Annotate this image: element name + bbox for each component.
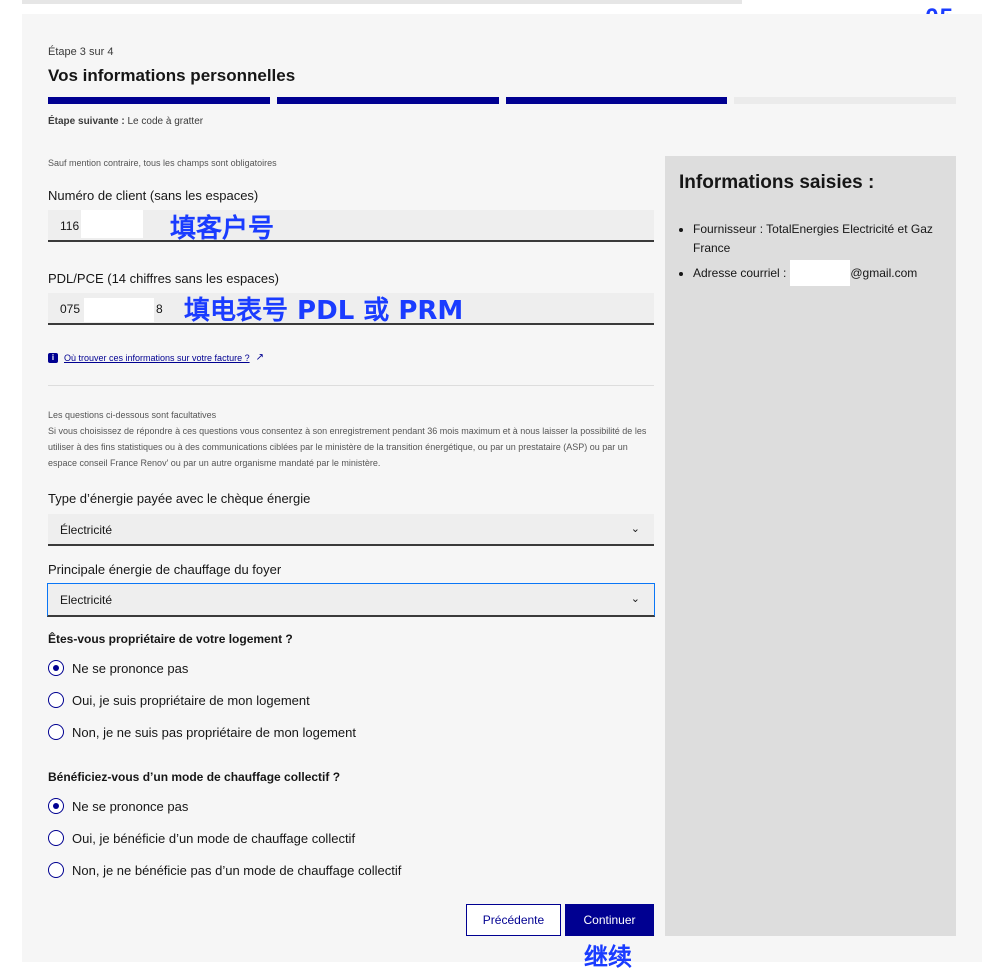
energy-type-select[interactable]: Électricité ⌄ (48, 514, 654, 546)
next-step-prefix: Étape suivante : (48, 116, 125, 127)
pdl-label: PDL/PCE (14 chiffres sans les espaces) (48, 271, 279, 286)
required-note: Sauf mention contraire, tous les champs … (48, 158, 277, 168)
radio-checked-icon[interactable] (48, 798, 64, 814)
invoice-help-link[interactable]: i Où trouver ces informations sur votre … (48, 352, 264, 363)
collective-option-3-label: Non, je ne bénéficie pas d’un mode de ch… (72, 862, 402, 878)
summary-list: Fournisseur : TotalEnergies Electricité … (679, 220, 958, 288)
stepper-bar-4 (734, 97, 956, 104)
radio-checked-icon[interactable] (48, 660, 64, 676)
summary-email-prefix: Adresse courriel : (693, 265, 787, 280)
collective-option-1[interactable]: Ne se prononce pas (48, 798, 188, 814)
summary-supplier: Fournisseur : TotalEnergies Electricité … (693, 220, 958, 258)
owner-option-1-label: Ne se prononce pas (72, 660, 189, 676)
stepper-bar-2 (276, 97, 499, 104)
email-redaction (790, 260, 851, 286)
collective-option-3[interactable]: Non, je ne bénéficie pas d’un mode de ch… (48, 862, 401, 878)
next-step: Étape suivante : Le code à gratter (48, 116, 203, 127)
owner-option-1[interactable]: Ne se prononce pas (48, 660, 188, 676)
summary-title: Informations saisies : (679, 172, 875, 193)
radio-icon[interactable] (48, 830, 64, 846)
external-link-icon: ↗ (255, 352, 264, 363)
heating-label: Principale énergie de chauffage du foyer (48, 562, 282, 577)
client-number-label: Numéro de client (sans les espaces) (48, 188, 259, 203)
heating-select[interactable]: Electricité ⌄ (47, 583, 655, 617)
stepper-progress (48, 97, 956, 104)
pdl-value-start: 075 (60, 302, 81, 316)
heating-value: Electricité (60, 593, 113, 607)
previous-button[interactable]: Précédente (466, 904, 561, 936)
stepper-label: Étape 3 sur 4 (48, 46, 114, 58)
summary-sidebar: Informations saisies : Fournisseur : Tot… (665, 156, 956, 936)
radio-icon[interactable] (48, 862, 64, 878)
client-number-value: 116 (60, 219, 80, 233)
owner-option-3[interactable]: Non, je ne suis pas propriétaire de mon … (48, 724, 356, 740)
invoice-help-text: Où trouver ces informations sur votre fa… (64, 352, 250, 363)
chevron-down-icon: ⌄ (630, 593, 640, 605)
owner-question: Êtes-vous propriétaire de votre logement… (48, 632, 293, 646)
pdl-value-end: 8 (156, 302, 163, 316)
energy-type-value: Électricité (60, 523, 113, 537)
collective-option-2[interactable]: Oui, je bénéficie d’un mode de chauffage… (48, 830, 355, 846)
client-number-annotation: 填客户号 (170, 214, 275, 244)
optional-title: Les questions ci-dessous sont facultativ… (48, 410, 217, 420)
radio-icon[interactable] (48, 724, 64, 740)
owner-option-2-label: Oui, je suis propriétaire de mon logemen… (72, 692, 310, 708)
summary-email: Adresse courriel : @gmail.com (693, 260, 958, 286)
stepper-bar-1 (48, 97, 270, 104)
section-divider (48, 385, 654, 386)
owner-option-3-label: Non, je ne suis pas propriétaire de mon … (72, 724, 356, 740)
pdl-redaction (84, 298, 154, 322)
energy-type-label: Type d’énergie payée avec le chèque éner… (48, 491, 311, 506)
next-step-value: Le code à gratter (127, 116, 204, 127)
continue-button[interactable]: Continuer (565, 904, 654, 936)
info-icon: i (48, 352, 58, 363)
collective-option-2-label: Oui, je bénéficie d’un mode de chauffage… (72, 830, 356, 846)
radio-icon[interactable] (48, 692, 64, 708)
page-title: Vos informations personnelles (48, 66, 296, 85)
collective-option-1-label: Ne se prononce pas (72, 798, 189, 814)
client-number-redaction (81, 210, 143, 238)
owner-option-2[interactable]: Oui, je suis propriétaire de mon logemen… (48, 692, 310, 708)
collective-question: Bénéficiez-vous d’un mode de chauffage c… (48, 770, 341, 784)
optional-questions-note: Les questions ci-dessous sont facultativ… (48, 407, 654, 471)
page: 05 Étape 3 sur 4 Vos informations person… (0, 0, 994, 980)
continue-annotation: 继续 (584, 943, 632, 971)
stepper-bar-3 (505, 97, 728, 104)
pdl-annotation: 填电表号 PDL 或 PRM (184, 296, 464, 326)
optional-consent-text: Si vous choisissez de répondre à ces que… (48, 426, 647, 468)
top-divider (22, 0, 742, 4)
chevron-down-icon: ⌄ (630, 523, 640, 535)
summary-email-row: Adresse courriel : @gmail.com (693, 260, 958, 286)
summary-email-suffix: @gmail.com (850, 265, 918, 280)
